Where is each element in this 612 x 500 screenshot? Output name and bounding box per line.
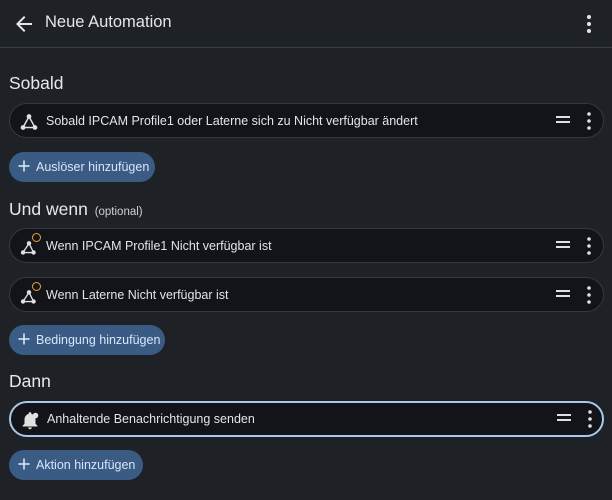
actions-heading: Dann [9, 371, 51, 392]
triggers-heading-text: Sobald [9, 73, 64, 93]
plus-icon [18, 458, 30, 470]
add-action-label: Aktion hinzufügen [36, 458, 136, 472]
drag-handle-icon[interactable] [555, 114, 571, 126]
add-condition-label: Bedingung hinzufügen [36, 333, 161, 347]
warning-badge [32, 282, 41, 291]
conditions-heading-text: Und wenn [9, 199, 88, 219]
back-arrow-icon[interactable] [12, 12, 36, 36]
action-label: Anhaltende Benachrichtigung senden [47, 412, 255, 426]
more-vert-icon[interactable] [586, 409, 594, 429]
actions-heading-text: Dann [9, 371, 51, 391]
trigger-row[interactable]: Sobald IPCAM Profile1 oder Laterne sich … [9, 103, 604, 138]
drag-handle-icon[interactable] [555, 288, 571, 300]
page-title: Neue Automation [45, 13, 172, 31]
optional-hint: (optional) [94, 206, 143, 218]
add-trigger-button[interactable]: Auslöser hinzufügen [9, 152, 155, 182]
trigger-label: Sobald IPCAM Profile1 oder Laterne sich … [46, 114, 418, 128]
condition-label: Wenn Laterne Nicht verfügbar ist [46, 288, 229, 302]
warning-badge [32, 233, 41, 242]
drag-handle-icon[interactable] [556, 412, 572, 424]
condition-label: Wenn IPCAM Profile1 Nicht verfügbar ist [46, 239, 272, 253]
more-vert-icon[interactable] [577, 12, 601, 36]
action-row[interactable]: Anhaltende Benachrichtigung senden [9, 401, 604, 437]
condition-row[interactable]: Wenn Laterne Nicht verfügbar ist [9, 277, 604, 312]
persistent-notification-icon [22, 412, 39, 430]
plus-icon [18, 333, 30, 345]
more-vert-icon[interactable] [585, 111, 593, 131]
more-vert-icon[interactable] [585, 285, 593, 305]
drag-handle-icon[interactable] [555, 239, 571, 251]
condition-row[interactable]: Wenn IPCAM Profile1 Nicht verfügbar ist [9, 228, 604, 263]
triggers-heading: Sobald [9, 73, 64, 94]
add-condition-button[interactable]: Bedingung hinzufügen [9, 325, 165, 355]
conditions-heading: Und wenn (optional) [9, 199, 143, 220]
top-app-bar: Neue Automation [0, 0, 612, 48]
plus-icon [18, 160, 30, 172]
add-trigger-label: Auslöser hinzufügen [36, 160, 150, 174]
more-vert-icon[interactable] [585, 236, 593, 256]
trigger-icon [20, 114, 38, 130]
add-action-button[interactable]: Aktion hinzufügen [9, 450, 143, 480]
